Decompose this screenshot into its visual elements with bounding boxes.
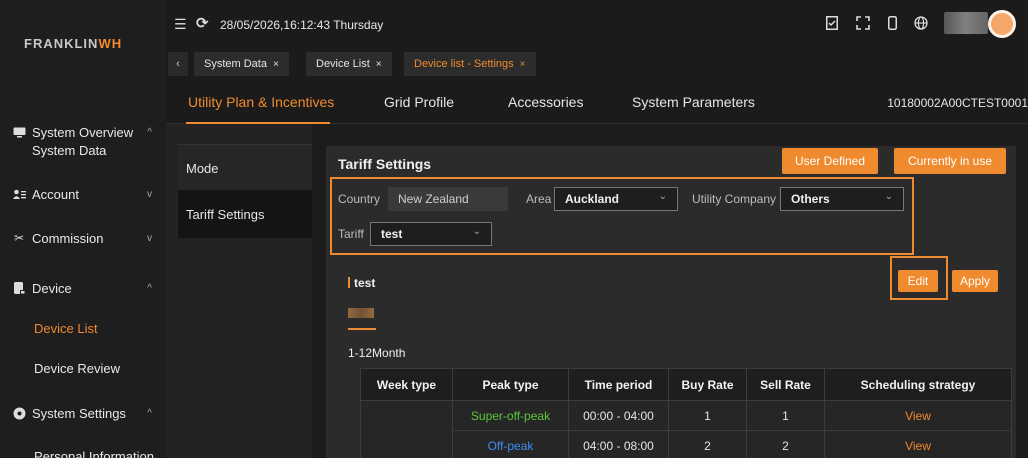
edit-button[interactable]: Edit <box>898 270 938 292</box>
country-field: New Zealand <box>388 187 508 211</box>
tariff-name: test <box>348 276 375 290</box>
user-name-redacted <box>944 12 988 34</box>
brand-logo: FRANKLINWH <box>24 36 123 51</box>
mobile-icon[interactable] <box>888 16 897 33</box>
tariff-select[interactable]: test ⌄ <box>370 222 492 246</box>
globe-icon[interactable] <box>914 16 928 33</box>
peak-type-cell: Off-peak <box>452 430 569 458</box>
sell-rate-cell: 1 <box>746 400 825 431</box>
chevron-left-icon[interactable]: ‹ <box>168 52 188 76</box>
mode-panel: Mode Tariff Settings <box>166 124 312 458</box>
rates-table: Week type Peak type Time period Buy Rate… <box>360 368 1012 458</box>
sidebar-item-label: Personal Information <box>34 448 154 458</box>
month-range: 1-12Month <box>348 346 406 360</box>
sidebar-item-label: Device List <box>34 320 98 336</box>
sidebar-item-account[interactable]: Account v <box>0 172 166 216</box>
gear-icon <box>12 407 26 419</box>
table-header-row: Week type Peak type Time period Buy Rate… <box>360 368 1012 401</box>
buy-rate-cell: 1 <box>668 400 747 431</box>
col-sell-rate: Sell Rate <box>746 368 825 401</box>
table-row: Off-peak 04:00 - 08:00 2 2 View <box>361 430 1012 458</box>
tariff-filters: Country New Zealand Area Auckland ⌄ Utili… <box>330 177 914 255</box>
sidebar-item-device-review[interactable]: Device Review <box>0 346 166 390</box>
tariff-settings-card: Tariff Settings User Defined Currently i… <box>326 146 1016 458</box>
tab-system-data[interactable]: System Data × <box>194 52 289 76</box>
device-serial: 10180002A00CTEST0001 <box>887 96 1028 110</box>
close-icon[interactable]: × <box>376 59 382 70</box>
col-time-period: Time period <box>568 368 669 401</box>
season-tab-indicator <box>348 328 376 330</box>
collapse-menu-icon[interactable]: ☰ <box>174 16 187 33</box>
area-label: Area <box>526 192 552 206</box>
sidebar-item-commission[interactable]: ✂ Commission v <box>0 216 166 260</box>
chevron-up-icon: ^ <box>147 282 152 294</box>
chevron-down-icon: ⌄ <box>658 191 667 202</box>
close-icon[interactable]: × <box>273 59 279 70</box>
sidebar-item-label: Device Review <box>34 360 120 376</box>
sidebar-item-label: System Settings <box>32 405 126 421</box>
col-scheduling-strategy: Scheduling strategy <box>824 368 1012 401</box>
col-buy-rate: Buy Rate <box>668 368 747 401</box>
sidebar: FRANKLINWH System Overview ^ System Data… <box>0 0 166 458</box>
chevron-up-icon: ^ <box>147 407 152 419</box>
datetime-display: 28/05/2026,16:12:43 Thursday <box>220 18 384 32</box>
close-icon[interactable]: × <box>520 59 526 70</box>
tab-system-parameters[interactable]: System Parameters <box>632 94 755 110</box>
mode-item-tariff-settings[interactable]: Tariff Settings <box>178 190 312 238</box>
col-week-type: Week type <box>360 368 453 401</box>
refresh-icon[interactable]: ⟳ <box>196 14 209 32</box>
top-bar: ☰ ⟳ 28/05/2026,16:12:43 Thursday <box>166 0 1028 48</box>
sidebar-item-label: Commission <box>32 230 104 246</box>
device-icon <box>12 282 26 294</box>
mode-item-mode[interactable]: Mode <box>178 144 312 192</box>
view-strategy-link[interactable]: View <box>824 400 1012 431</box>
time-period-cell: 00:00 - 04:00 <box>568 400 669 431</box>
sidebar-item-label: System Data <box>32 142 107 158</box>
chevron-down-icon: v <box>147 232 152 244</box>
main-content: Tariff Settings User Defined Currently i… <box>312 124 1028 458</box>
tariff-label: Tariff <box>338 227 364 241</box>
col-peak-type: Peak type <box>452 368 569 401</box>
sidebar-item-system-data[interactable]: System Data <box>0 128 166 172</box>
open-tabs-bar: ‹ System Data × Device List × Device list … <box>166 52 1028 76</box>
chevron-down-icon: ⌄ <box>472 226 481 237</box>
utility-company-select[interactable]: Others ⌄ <box>780 187 904 211</box>
week-type-cell <box>360 400 453 458</box>
chevron-down-icon: v <box>147 188 152 200</box>
sidebar-item-label: Device <box>32 280 72 296</box>
user-defined-button[interactable]: User Defined <box>782 148 878 174</box>
sidebar-item-device[interactable]: Device ^ <box>0 266 166 310</box>
view-strategy-link[interactable]: View <box>824 430 1012 458</box>
sell-rate-cell: 2 <box>746 430 825 458</box>
apply-button[interactable]: Apply <box>952 270 998 292</box>
area-select[interactable]: Auckland ⌄ <box>554 187 678 211</box>
currently-in-use-button[interactable]: Currently in use <box>894 148 1006 174</box>
table-row: Super-off-peak 00:00 - 04:00 1 1 View <box>360 400 1012 458</box>
tab-accessories[interactable]: Accessories <box>508 94 583 110</box>
document-icon[interactable] <box>826 16 838 33</box>
tools-icon: ✂ <box>13 231 25 245</box>
time-period-cell: 04:00 - 08:00 <box>568 430 669 458</box>
season-tab-redacted[interactable] <box>348 308 374 318</box>
tab-device-list-settings[interactable]: Device list - Settings × <box>404 52 536 76</box>
chevron-down-icon: ⌄ <box>884 191 893 202</box>
country-label: Country <box>338 192 381 206</box>
peak-type-cell: Super-off-peak <box>452 400 569 431</box>
buy-rate-cell: 2 <box>668 430 747 458</box>
tab-device-list[interactable]: Device List × <box>306 52 392 76</box>
utility-company-label: Utility Company <box>692 192 777 206</box>
tab-grid-profile[interactable]: Grid Profile <box>384 94 454 110</box>
card-title: Tariff Settings <box>338 156 432 172</box>
sidebar-item-device-list[interactable]: Device List <box>0 306 166 350</box>
avatar[interactable] <box>988 10 1016 38</box>
sidebar-item-label: Account <box>32 186 79 202</box>
tab-utility-plan[interactable]: Utility Plan & Incentives <box>188 94 334 110</box>
sidebar-item-personal-information[interactable]: Personal Information <box>0 434 166 458</box>
sidebar-item-system-settings[interactable]: System Settings ^ <box>0 391 166 435</box>
account-icon <box>12 188 26 200</box>
settings-subnav: Utility Plan & Incentives Grid Profile A… <box>166 84 1028 124</box>
fullscreen-icon[interactable] <box>856 16 870 33</box>
